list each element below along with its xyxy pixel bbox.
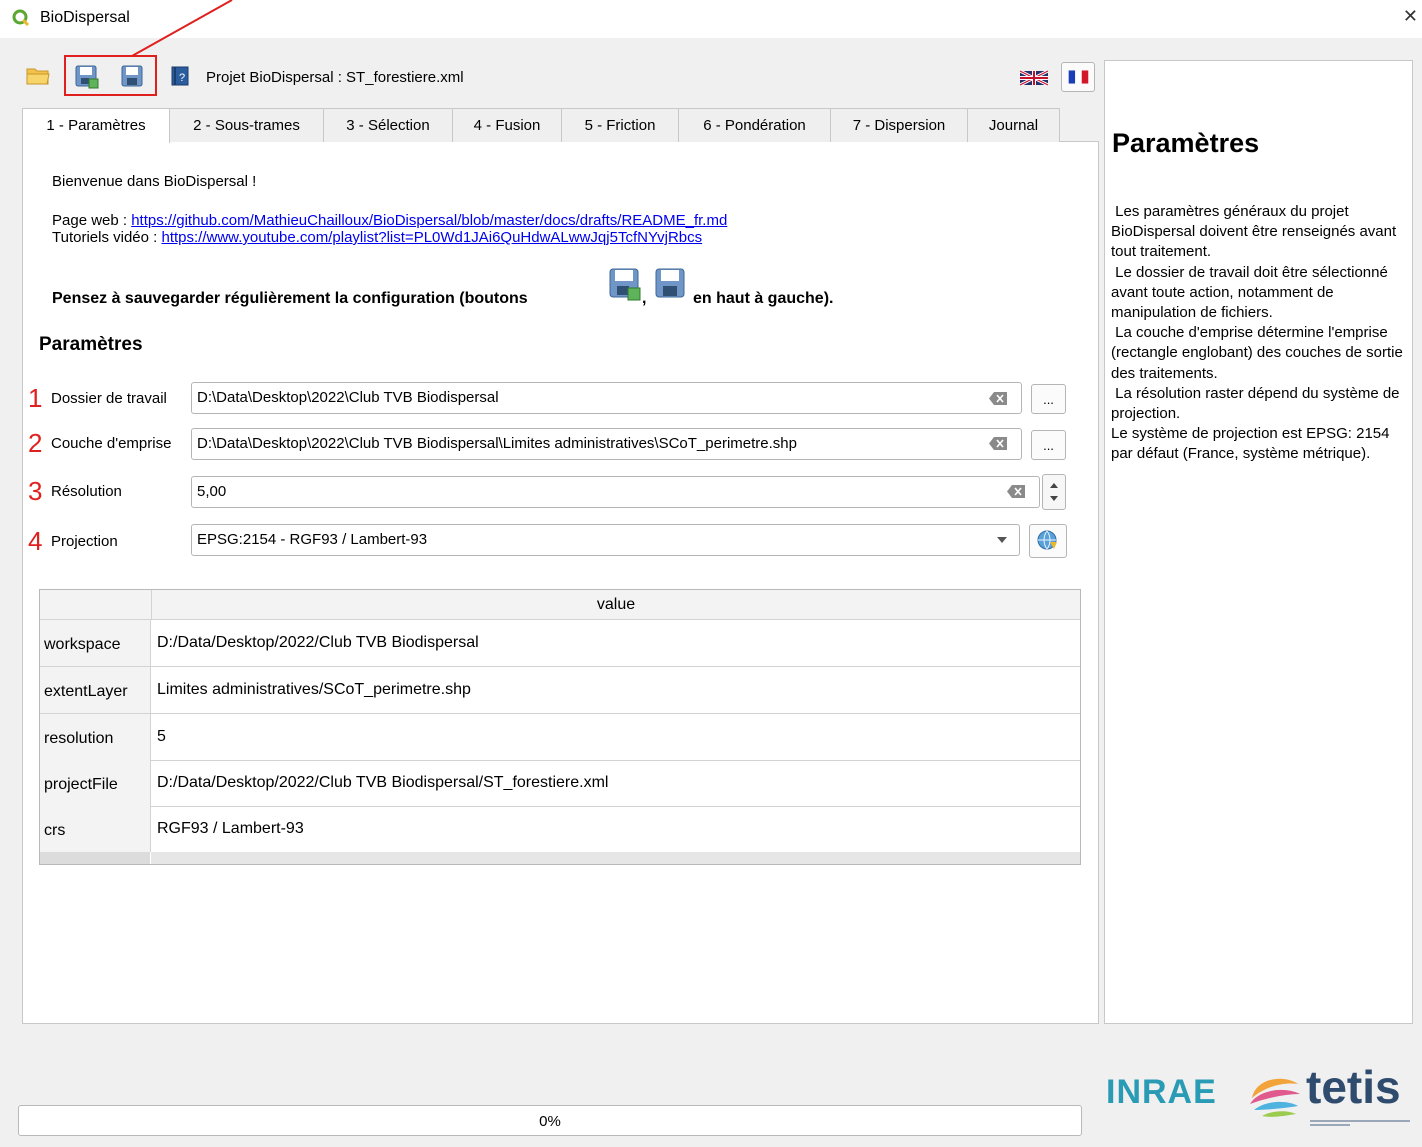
help-book-icon[interactable]: ?: [171, 66, 189, 86]
inrae-logo: INRAE: [1106, 1073, 1217, 1111]
links-block: Page web : https://github.com/MathieuCha…: [52, 212, 727, 246]
tab-sous-trames[interactable]: 2 - Sous-trames: [169, 108, 324, 142]
resolution-stepper[interactable]: [1042, 474, 1066, 510]
annotation-number: 2: [28, 428, 43, 458]
resolution-input[interactable]: 5,00: [191, 476, 1040, 508]
tab-parametres[interactable]: 1 - Paramètres: [22, 108, 170, 143]
projection-select[interactable]: EPSG:2154 - RGF93 / Lambert-93: [191, 524, 1020, 556]
project-label: Projet BioDispersal : ST_forestiere.xml: [206, 69, 464, 86]
row-value[interactable]: Limites administratives/SCoT_perimetre.s…: [157, 667, 471, 713]
annotation-number: 4: [28, 526, 43, 556]
row-key: extentLayer: [40, 667, 151, 713]
resolution-label: Résolution: [51, 483, 122, 500]
web-label: Page web :: [52, 212, 132, 229]
annotation-number: 1: [28, 383, 43, 413]
tab-selection[interactable]: 3 - Sélection: [323, 108, 453, 142]
table-row[interactable]: workspace D:/Data/Desktop/2022/Club TVB …: [40, 620, 1080, 667]
close-icon[interactable]: ✕: [1403, 6, 1418, 27]
folder-open-icon[interactable]: [26, 66, 50, 86]
svg-text:?: ?: [179, 72, 185, 84]
row-value[interactable]: D:/Data/Desktop/2022/Club TVB Biodispers…: [157, 760, 608, 806]
save-buttons-highlight: [64, 55, 157, 96]
chevron-updown-icon[interactable]: [1043, 475, 1065, 509]
row-key: projectFile: [40, 760, 151, 806]
uk-flag-icon[interactable]: [1017, 62, 1051, 92]
workspace-browse-button[interactable]: ...: [1031, 384, 1066, 414]
projection-label: Projection: [51, 533, 118, 550]
clear-icon[interactable]: [1007, 485, 1025, 498]
table-row[interactable]: extentLayer Limites administratives/SCoT…: [40, 667, 1080, 714]
save-icon: [655, 268, 685, 298]
section-title: Paramètres: [39, 334, 143, 355]
tab-journal[interactable]: Journal: [967, 108, 1060, 142]
tetis-logo: tetis: [1306, 1061, 1401, 1113]
extent-field[interactable]: D:\Data\Desktop\2022\Club TVB Biodispers…: [191, 428, 1022, 460]
workspace-label: Dossier de travail: [51, 390, 167, 407]
table-row[interactable]: crs RGF93 / Lambert-93: [40, 806, 1080, 853]
row-value[interactable]: 5: [157, 714, 166, 760]
clear-icon[interactable]: [989, 437, 1007, 450]
table-row[interactable]: resolution 5: [40, 714, 1080, 761]
parameters-table: value workspace D:/Data/Desktop/2022/Clu…: [39, 589, 1081, 865]
annotation-number: 3: [28, 476, 43, 506]
workspace-field[interactable]: D:\Data\Desktop\2022\Club TVB Biodispers…: [191, 382, 1022, 414]
row-key: resolution: [40, 714, 151, 760]
globe-icon: [1037, 530, 1057, 550]
tab-ponderation[interactable]: 6 - Pondération: [678, 108, 831, 142]
clear-icon[interactable]: [989, 392, 1007, 405]
chevron-down-icon[interactable]: [996, 536, 1008, 544]
row-value[interactable]: D:/Data/Desktop/2022/Club TVB Biodispers…: [157, 620, 479, 666]
video-link[interactable]: https://www.youtube.com/playlist?list=PL…: [162, 229, 703, 246]
tab-friction[interactable]: 5 - Friction: [561, 108, 679, 142]
save-reminder-separator: ,: [642, 290, 647, 307]
progress-bar: 0%: [18, 1105, 1082, 1136]
extent-browse-button[interactable]: ...: [1031, 430, 1066, 460]
tetis-tagline-graphic: [1310, 1120, 1410, 1126]
table-footer: [40, 852, 1080, 864]
row-value[interactable]: RGF93 / Lambert-93: [157, 806, 304, 852]
table-row[interactable]: projectFile D:/Data/Desktop/2022/Club TV…: [40, 760, 1080, 807]
save-reminder: Pensez à sauvegarder régulièrement la co…: [52, 290, 528, 307]
save-reminder-tail: en haut à gauche).: [693, 290, 834, 307]
web-link[interactable]: https://github.com/MathieuChailloux/BioD…: [131, 212, 727, 229]
extent-label: Couche d'emprise: [51, 435, 172, 452]
tab-fusion[interactable]: 4 - Fusion: [452, 108, 562, 142]
tetis-logo-icon: [1250, 1078, 1300, 1117]
help-body: Les paramètres généraux du projet BioDis…: [1111, 203, 1403, 463]
fr-flag-icon[interactable]: [1061, 62, 1095, 92]
annotation-arrow-line: [131, 0, 233, 57]
save-as-icon: [609, 268, 641, 301]
row-key: workspace: [40, 620, 151, 666]
help-title: Paramètres: [1112, 128, 1260, 158]
welcome-text: Bienvenue dans BioDispersal !: [52, 173, 257, 190]
main-panel: [22, 141, 1099, 1024]
progress-text: 0%: [539, 1113, 561, 1130]
projection-picker-button[interactable]: [1029, 524, 1067, 558]
row-key: crs: [40, 806, 151, 852]
tab-dispersion[interactable]: 7 - Dispersion: [830, 108, 968, 142]
video-label: Tutoriels vidéo :: [52, 229, 162, 246]
column-header-value[interactable]: value: [151, 590, 1080, 620]
table-header: value: [40, 590, 1080, 620]
table-footer-corner: [40, 852, 151, 864]
